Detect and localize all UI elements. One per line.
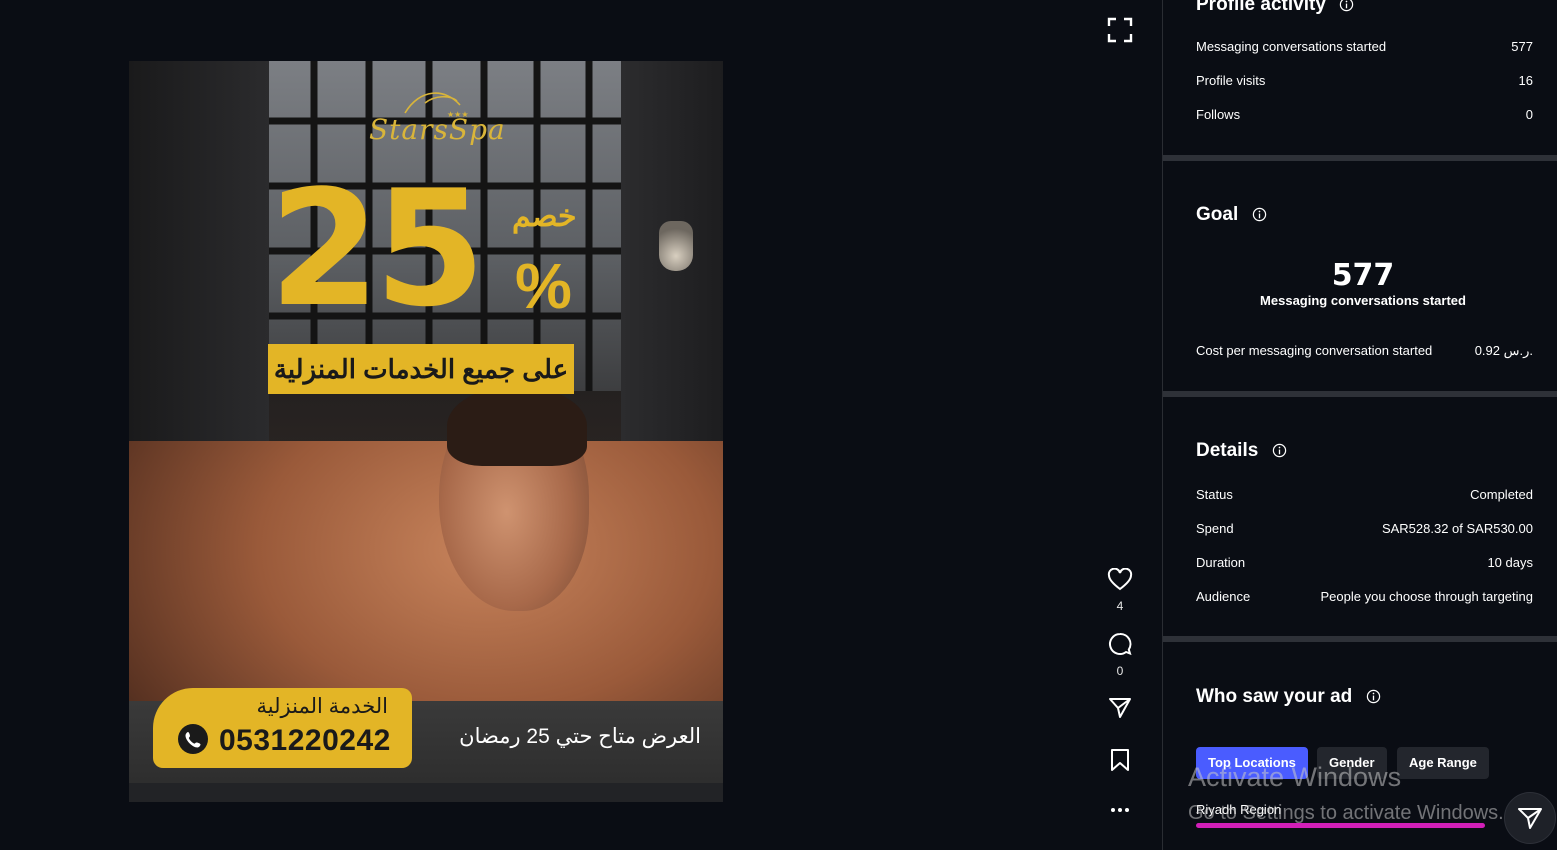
share-button[interactable] (1100, 696, 1140, 725)
home-service-label: الخدمة المنزلية (256, 695, 388, 718)
row-label: Cost per messaging conversation started (1196, 343, 1433, 358)
logo-text: StarsSpa (369, 113, 506, 146)
heart-icon (1107, 567, 1133, 591)
app-root: ★★★ StarsSpa 25 خصم % على جميع الخدمات ا… (0, 0, 1557, 850)
row-label: Duration (1196, 555, 1246, 570)
section-divider (1163, 155, 1557, 161)
send-icon (1109, 698, 1131, 718)
row-value: 0.92 ر.س. (1474, 343, 1533, 358)
row-value: Completed (1470, 487, 1533, 502)
likes-count: 4 (1116, 599, 1124, 613)
row-value: 10 days (1487, 555, 1533, 570)
row-label: Profile visits (1196, 73, 1266, 88)
who-saw-title: Who saw your ad (1196, 686, 1381, 708)
insights-sidebar: Profile activity Messaging conversations… (1162, 0, 1557, 850)
phone-icon (177, 723, 209, 755)
comments-count: 0 (1116, 664, 1124, 678)
offer-text: العرض متاح حتي 25 رمضان (459, 725, 701, 748)
section-divider (1163, 636, 1557, 642)
profile-activity-title-text: Profile activity (1196, 0, 1326, 15)
details-title: Details (1196, 440, 1287, 462)
section-divider (1163, 391, 1557, 397)
row-value: 16 (1518, 73, 1533, 88)
floating-send-button[interactable] (1504, 792, 1556, 844)
row-label: Spend (1196, 521, 1234, 536)
ad-creative-image: ★★★ StarsSpa 25 خصم % على جميع الخدمات ا… (129, 61, 723, 802)
info-icon[interactable] (1252, 207, 1267, 222)
wall-lamp (659, 221, 693, 271)
info-icon[interactable] (1272, 443, 1287, 458)
like-button[interactable]: 4 (1100, 567, 1140, 613)
info-icon[interactable] (1339, 0, 1354, 12)
phone-number: 0531220242 (219, 724, 391, 757)
bookmark-icon (1111, 749, 1129, 771)
details-title-text: Details (1196, 440, 1259, 461)
row-value: SAR528.32 of SAR530.00 (1381, 521, 1533, 536)
send-icon (1518, 808, 1542, 829)
percent-sign: % (515, 250, 572, 322)
info-icon[interactable] (1366, 689, 1381, 704)
profile-activity-title: Profile activity (1196, 0, 1354, 16)
row-label: Status (1196, 487, 1233, 502)
who-saw-title-text: Who saw your ad (1196, 686, 1353, 707)
discount-word: خصم (512, 200, 577, 233)
banner-text: على جميع الخدمات المنزلية (273, 354, 569, 384)
more-icon (1111, 808, 1129, 812)
row-label: Follows (1196, 107, 1241, 122)
comment-button[interactable]: 0 (1100, 631, 1140, 678)
activate-windows-hint: Go to Settings to activate Windows. (1188, 802, 1504, 824)
row-value: 0 (1525, 107, 1533, 122)
row-value: 577 (1511, 39, 1533, 54)
goal-title-text: Goal (1196, 204, 1239, 225)
goal-title: Goal (1196, 204, 1267, 226)
save-button[interactable] (1100, 748, 1140, 777)
person-hair (447, 386, 587, 466)
more-options-button[interactable] (1100, 800, 1140, 825)
fullscreen-icon[interactable] (1104, 14, 1136, 46)
activate-windows-watermark: Activate Windows (1188, 762, 1402, 792)
goal-subtitle: Messaging conversations started (1260, 293, 1466, 308)
goal-number: 577 (1331, 258, 1395, 293)
row-label: Messaging conversations started (1196, 39, 1387, 54)
row-label: Audience (1196, 589, 1251, 604)
row-value: People you choose through targeting (1320, 589, 1534, 604)
discount-number: 25 (269, 155, 486, 342)
tab-age-range[interactable]: Age Range (1397, 747, 1489, 779)
media-area: ★★★ StarsSpa 25 خصم % على جميع الخدمات ا… (0, 0, 1162, 850)
comment-icon (1109, 633, 1132, 656)
bottom-strip (129, 783, 723, 802)
